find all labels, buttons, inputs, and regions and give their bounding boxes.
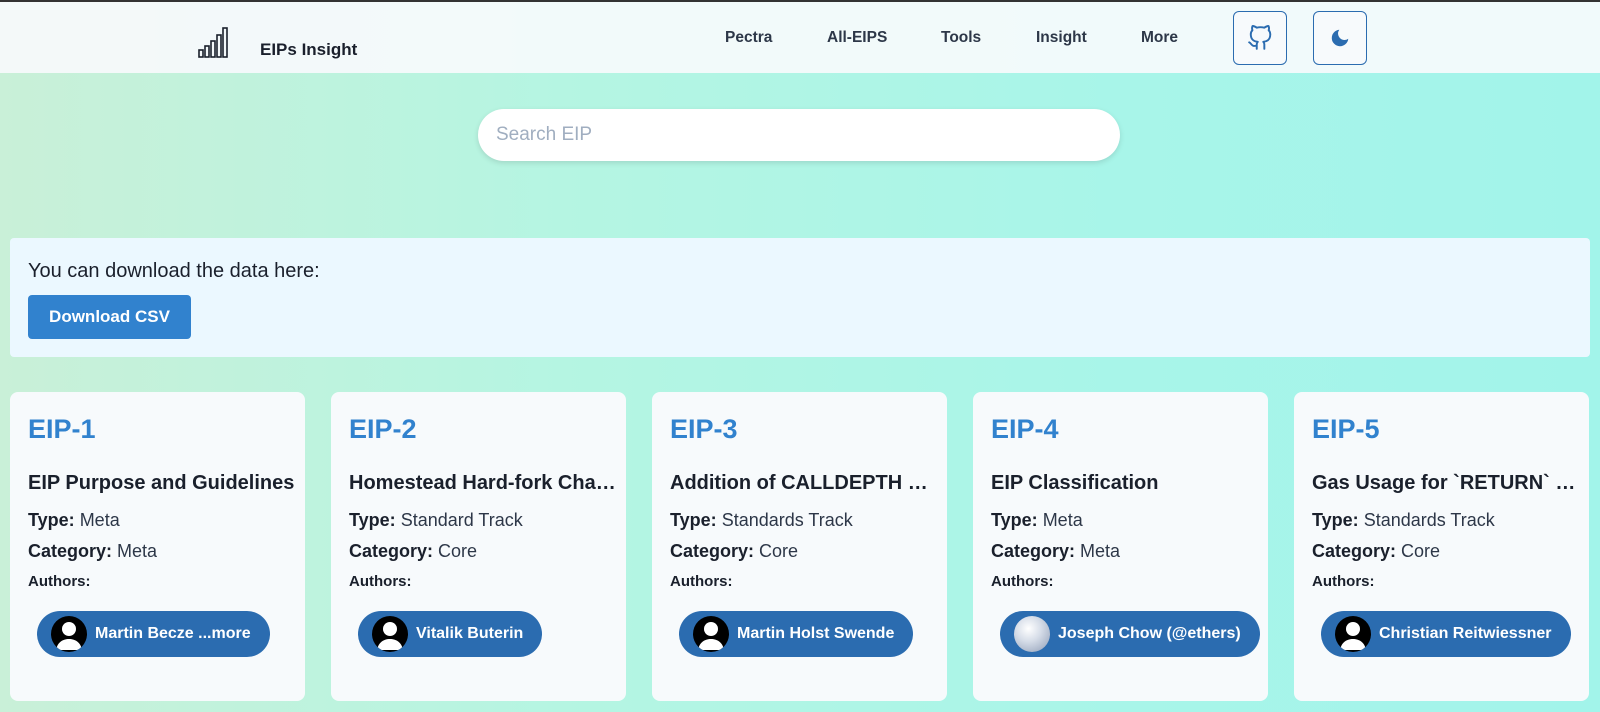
- authors-label: Authors:: [1312, 573, 1375, 590]
- eip-category: Category: Core: [1312, 541, 1440, 562]
- navbar: EIPs Insight Pectra All-EIPS Tools Insig…: [0, 2, 1600, 73]
- category-value: Meta: [117, 541, 158, 561]
- nav-tools[interactable]: Tools: [941, 29, 981, 47]
- type-value: Standard Track: [400, 510, 523, 530]
- eip-type: Type: Standards Track: [670, 510, 853, 531]
- category-label: Category:: [670, 541, 755, 561]
- type-label: Type:: [28, 510, 75, 530]
- type-value: Standards Track: [1363, 510, 1495, 530]
- eip-number[interactable]: EIP-5: [1312, 414, 1380, 445]
- nav-more[interactable]: More: [1141, 29, 1178, 47]
- author-badge[interactable]: Martin Becze ...more: [37, 611, 270, 657]
- user-silhouette-icon: [693, 616, 729, 652]
- author-name: Vitalik Buterin: [416, 625, 524, 642]
- eip-type: Type: Meta: [28, 510, 120, 531]
- authors-label: Authors:: [28, 573, 91, 590]
- type-value: Meta: [79, 510, 120, 530]
- author-badge[interactable]: Joseph Chow (@ethers): [1000, 611, 1260, 657]
- nav-insight[interactable]: Insight: [1036, 29, 1087, 47]
- download-csv-button[interactable]: Download CSV: [28, 295, 191, 339]
- type-label: Type:: [349, 510, 396, 530]
- brand[interactable]: EIPs Insight: [198, 26, 357, 59]
- eip-number[interactable]: EIP-2: [349, 414, 417, 445]
- eip-type: Type: Meta: [991, 510, 1083, 531]
- eip-card[interactable]: EIP-2 Homestead Hard-fork Changes Type: …: [331, 392, 626, 701]
- download-panel: You can download the data here: Download…: [10, 238, 1590, 357]
- type-value: Standards Track: [721, 510, 853, 530]
- eip-card[interactable]: EIP-4 EIP Classification Type: Meta Cate…: [973, 392, 1268, 701]
- eip-title: Homestead Hard-fork Changes: [349, 472, 617, 494]
- bar-chart-logo-icon: [198, 27, 228, 58]
- eip-number[interactable]: EIP-1: [28, 414, 96, 445]
- eip-category: Category: Meta: [991, 541, 1120, 562]
- eip-category: Category: Core: [349, 541, 477, 562]
- eip-title: EIP Purpose and Guidelines: [28, 472, 295, 494]
- authors-label: Authors:: [670, 573, 733, 590]
- eip-card[interactable]: EIP-5 Gas Usage for `RETURN` and `CALL*`…: [1294, 392, 1589, 701]
- author-badge[interactable]: Vitalik Buterin: [358, 611, 543, 657]
- author-name: Joseph Chow (@ethers): [1058, 625, 1241, 642]
- eip-title: Addition of CALLDEPTH opcode: [670, 472, 938, 494]
- type-label: Type:: [1312, 510, 1359, 530]
- eip-title: EIP Classification: [991, 472, 1159, 494]
- type-label: Type:: [991, 510, 1038, 530]
- eip-number[interactable]: EIP-3: [670, 414, 738, 445]
- nav-all-eips[interactable]: All-EIPS: [827, 29, 887, 47]
- type-label: Type:: [670, 510, 717, 530]
- eip-title: Gas Usage for `RETURN` and `CALL*`: [1312, 472, 1580, 494]
- authors-label: Authors:: [991, 573, 1054, 590]
- eip-card[interactable]: EIP-1 EIP Purpose and Guidelines Type: M…: [10, 392, 305, 701]
- category-value: Core: [438, 541, 478, 561]
- category-value: Core: [1401, 541, 1441, 561]
- profile-photo-icon: [1014, 616, 1050, 652]
- search-input[interactable]: [478, 109, 1120, 161]
- eip-type: Type: Standards Track: [1312, 510, 1495, 531]
- user-silhouette-icon: [372, 616, 408, 652]
- authors-label: Authors:: [349, 573, 412, 590]
- author-badge[interactable]: Martin Holst Swende: [679, 611, 914, 657]
- author-badge[interactable]: Christian Reitwiessner: [1321, 611, 1571, 657]
- category-label: Category:: [349, 541, 434, 561]
- eip-category: Category: Core: [670, 541, 798, 562]
- eip-card[interactable]: EIP-3 Addition of CALLDEPTH opcode Type:…: [652, 392, 947, 701]
- type-value: Meta: [1042, 510, 1083, 530]
- eip-number[interactable]: EIP-4: [991, 414, 1059, 445]
- category-label: Category:: [991, 541, 1076, 561]
- author-name: Martin Holst Swende: [737, 625, 895, 642]
- category-label: Category:: [1312, 541, 1397, 561]
- nav-pectra[interactable]: Pectra: [725, 29, 772, 47]
- category-label: Category:: [28, 541, 113, 561]
- category-value: Meta: [1080, 541, 1121, 561]
- user-silhouette-icon: [1335, 616, 1371, 652]
- brand-name[interactable]: EIPs Insight: [260, 40, 357, 60]
- github-button[interactable]: [1233, 11, 1287, 65]
- eip-type: Type: Standard Track: [349, 510, 523, 531]
- github-icon: [1248, 25, 1272, 50]
- eip-category: Category: Meta: [28, 541, 157, 562]
- theme-toggle-button[interactable]: [1313, 11, 1367, 65]
- download-text: You can download the data here:: [28, 260, 320, 282]
- user-silhouette-icon: [51, 616, 87, 652]
- category-value: Core: [759, 541, 799, 561]
- author-name: Martin Becze ...more: [95, 625, 251, 642]
- author-name: Christian Reitwiessner: [1379, 625, 1552, 642]
- moon-icon: [1331, 29, 1349, 47]
